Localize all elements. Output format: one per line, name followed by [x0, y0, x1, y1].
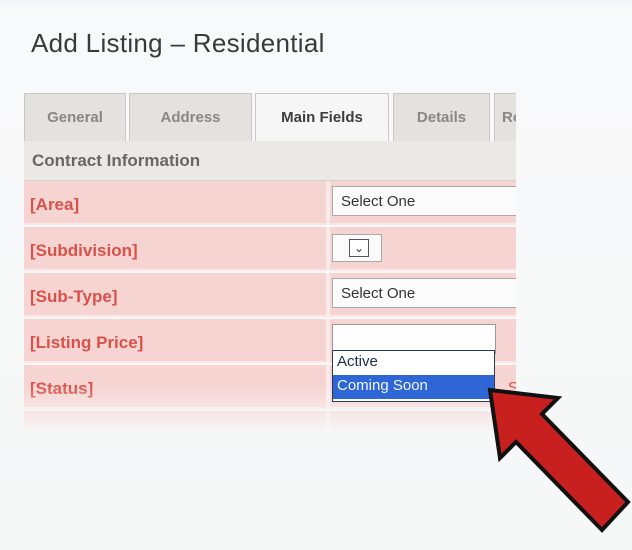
- status-option-coming-soon[interactable]: Coming Soon: [333, 375, 494, 399]
- field-row-subdivision: [Subdivision] ⌄: [24, 227, 516, 271]
- pointer-arrow-annotation: [487, 387, 631, 533]
- page: Add Listing – Residential General Addres…: [0, 0, 632, 550]
- field-row-partial: [24, 411, 516, 431]
- field-row-area: [Area] Select One: [24, 181, 516, 225]
- listing-price-label: [Listing Price]: [30, 333, 144, 352]
- row-divider: [326, 319, 330, 363]
- row-divider: [326, 181, 330, 225]
- arrow-shape: [487, 387, 631, 533]
- chevron-down-icon[interactable]: ⌄: [349, 239, 369, 257]
- subdivision-label: [Subdivision]: [30, 241, 138, 260]
- status-label: [Status]: [30, 379, 94, 398]
- field-row-subtype: [Sub-Type] Select One: [24, 273, 516, 317]
- tab-address[interactable]: Address: [129, 93, 252, 141]
- row-divider: [326, 365, 330, 409]
- row-divider: [326, 411, 330, 431]
- tab-bar: General Address Main Fields Details Roo: [24, 93, 516, 141]
- tab-rooms[interactable]: Roo: [494, 93, 516, 141]
- status-option-active[interactable]: Active: [333, 351, 494, 375]
- area-select[interactable]: Select One: [332, 186, 516, 216]
- subtype-select[interactable]: Select One: [332, 278, 516, 308]
- row-divider: [326, 273, 330, 317]
- tab-main-fields[interactable]: Main Fields: [255, 93, 389, 141]
- subtype-label: [Sub-Type]: [30, 287, 118, 306]
- area-label: [Area]: [30, 195, 80, 214]
- status-dropdown[interactable]: Active Coming Soon: [332, 350, 495, 402]
- tab-details[interactable]: Details: [393, 93, 490, 141]
- row-divider: [326, 227, 330, 271]
- section-header-contract-information: Contract Information: [24, 141, 516, 181]
- page-title: Add Listing – Residential: [31, 28, 325, 58]
- subdivision-select[interactable]: ⌄: [332, 234, 382, 262]
- tab-general[interactable]: General: [24, 93, 126, 141]
